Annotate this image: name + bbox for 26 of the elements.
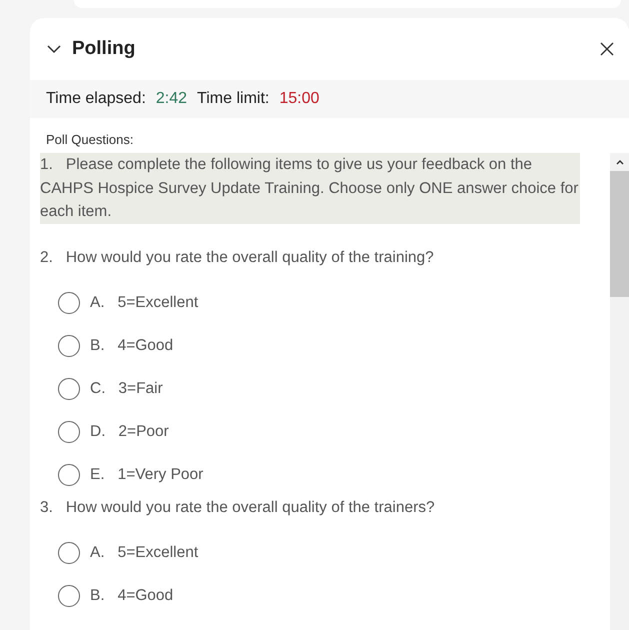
question-text: 1. Please complete the following items to give us your feedback on the CAHPS Hospice Survey Update Training. Choose only ONE answer choice for each item. bbox=[40, 153, 580, 224]
elapsed-label: Time elapsed: bbox=[46, 90, 146, 108]
answer-option[interactable]: E. 1=Very Poor bbox=[58, 453, 610, 496]
section-label: Poll Questions: bbox=[45, 131, 134, 149]
radio-button[interactable] bbox=[58, 542, 80, 564]
close-icon[interactable] bbox=[599, 41, 615, 57]
time-limit: 15:00 bbox=[279, 90, 320, 108]
radio-button[interactable] bbox=[58, 585, 80, 607]
radio-button[interactable] bbox=[58, 420, 80, 442]
question-text: 2. How would you rate the overall quality of the training? bbox=[40, 248, 435, 268]
answer-option[interactable]: B. 4=Good bbox=[58, 324, 610, 367]
radio-button[interactable] bbox=[58, 292, 80, 314]
scroll-thumb[interactable] bbox=[610, 171, 629, 297]
answer-option[interactable]: C. 3=Fair bbox=[58, 367, 610, 410]
answer-option[interactable]: A. 5=Excellent bbox=[58, 281, 610, 324]
elapsed-time: 2:42 bbox=[156, 90, 188, 108]
answer-option[interactable]: B. 4=Good bbox=[58, 574, 610, 618]
answer-option[interactable]: A. 5=Excellent bbox=[58, 532, 610, 574]
panel-title: Polling bbox=[72, 38, 136, 60]
answer-option[interactable]: D. 2=Poor bbox=[58, 410, 610, 453]
scrollbar[interactable] bbox=[610, 153, 629, 630]
radio-button[interactable] bbox=[58, 334, 80, 356]
radio-button[interactable] bbox=[58, 378, 80, 400]
question-text: 3. How would you rate the overall quality of the trainers? bbox=[40, 498, 436, 518]
radio-button[interactable] bbox=[58, 464, 80, 486]
limit-label: Time limit: bbox=[197, 90, 270, 108]
